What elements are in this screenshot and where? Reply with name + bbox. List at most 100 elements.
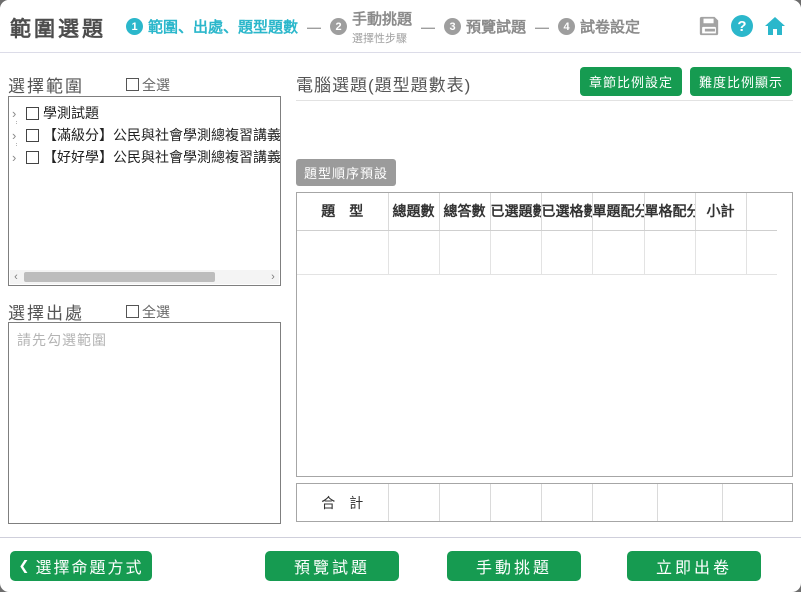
cell-extra <box>746 230 777 274</box>
difficulty-ratio-button[interactable]: 難度比例顯示 <box>690 67 792 96</box>
col-points-per-question: 單題配分 <box>592 193 644 230</box>
cell-points-per-blank <box>644 230 695 274</box>
range-tree-box: › 學測試題 › 【滿級分】公民與社會學測總複習講義 實 › 【好好學】公民與社… <box>8 96 281 286</box>
main-divider <box>296 100 793 101</box>
tree-item-gsat[interactable]: › 學測試題 <box>12 102 280 124</box>
step-4-badge: 4 <box>558 18 575 35</box>
source-select-all[interactable]: 全選 <box>126 302 170 322</box>
scroll-left-icon[interactable]: ‹ <box>10 270 22 284</box>
table-header-row: 題 型 總題數 總答數 已選題數 已選格數 單題配分 單格配分 小計 <box>297 193 777 230</box>
tree-item-label: 【滿級分】公民與社會學測總複習講義 實 <box>43 125 280 145</box>
source-panel-header: 選擇出處 全選 <box>8 299 170 324</box>
cell-total-answers <box>439 230 490 274</box>
step-2-manual-pick[interactable]: 2 手動挑題 選擇性步驟 <box>330 8 412 46</box>
manual-pick-button[interactable]: 手動挑題 <box>447 551 581 581</box>
preview-questions-button[interactable]: 預覽試題 <box>265 551 399 581</box>
total-cell <box>722 484 792 521</box>
tree-item-checkbox[interactable] <box>26 107 39 120</box>
total-row: 合 計 <box>297 484 792 521</box>
range-tree: › 學測試題 › 【滿級分】公民與社會學測總複習講義 實 › 【好好學】公民與社… <box>9 97 280 168</box>
range-panel-header: 選擇範圍 全選 <box>8 72 170 97</box>
col-selected-questions: 已選題數 <box>490 193 541 230</box>
col-points-per-blank: 單格配分 <box>644 193 695 230</box>
step-separator: — <box>419 19 437 35</box>
back-button-label: 選擇命題方式 <box>35 554 143 578</box>
source-list-box[interactable]: 請先勾選範圍 <box>8 322 281 524</box>
range-select-all-checkbox[interactable] <box>126 78 139 91</box>
total-cell <box>490 484 541 521</box>
source-placeholder-text: 請先勾選範圍 <box>9 323 280 357</box>
step-4-label: 試卷設定 <box>580 16 640 37</box>
expand-chevron-icon[interactable]: › <box>12 128 22 143</box>
col-question-type: 題 型 <box>297 193 388 230</box>
source-panel-title: 選擇出處 <box>8 299 84 324</box>
step-3-preview[interactable]: 3 預覽試題 <box>444 16 526 37</box>
step-3-badge: 3 <box>444 18 461 35</box>
question-type-table-container: 題 型 總題數 總答數 已選題數 已選格數 單題配分 單格配分 小計 <box>296 192 793 477</box>
total-cell <box>541 484 592 521</box>
question-order-preset-badge[interactable]: 題型順序預設 <box>296 159 396 186</box>
col-total-questions: 總題數 <box>388 193 439 230</box>
computer-selection-title: 電腦選題(題型題數表) <box>296 71 471 96</box>
total-table: 合 計 <box>297 484 792 521</box>
tree-item-checkbox[interactable] <box>26 129 39 142</box>
question-type-table: 題 型 總題數 總答數 已選題數 已選格數 單題配分 單格配分 小計 <box>297 193 777 275</box>
total-row-container: 合 計 <box>296 483 793 522</box>
cell-selected-questions <box>490 230 541 274</box>
scroll-right-icon[interactable]: › <box>267 270 279 284</box>
expand-chevron-icon[interactable]: › <box>12 150 22 165</box>
scrollbar-track[interactable] <box>22 271 267 283</box>
cell-question-type <box>297 230 388 274</box>
total-cell <box>439 484 490 521</box>
source-select-all-checkbox[interactable] <box>126 305 139 318</box>
cell-points-per-question <box>592 230 644 274</box>
cell-selected-blanks <box>541 230 592 274</box>
total-cell <box>592 484 657 521</box>
cell-subtotal <box>695 230 746 274</box>
tree-item-label: 【好好學】公民與社會學測總複習講義 實 <box>43 147 280 167</box>
cell-total-questions <box>388 230 439 274</box>
app-window: 範圍選題 1 範圍、出處、題型題數 — 2 手動挑題 選擇性步驟 — 3 預覽試… <box>0 0 801 592</box>
step-indicator: 1 範圍、出處、題型題數 — 2 手動挑題 選擇性步驟 — 3 預覽試題 — 4… <box>126 0 640 53</box>
tree-item-checkbox[interactable] <box>26 151 39 164</box>
col-subtotal: 小計 <box>695 193 746 230</box>
save-icon[interactable] <box>697 14 721 38</box>
generate-paper-button[interactable]: 立即出卷 <box>627 551 761 581</box>
step-2-sublabel: 選擇性步驟 <box>352 30 412 46</box>
header-icons: ? <box>697 14 787 38</box>
range-select-all[interactable]: 全選 <box>126 75 170 95</box>
step-2-label-text: 手動挑題 <box>352 11 412 28</box>
step-separator: — <box>533 19 551 35</box>
step-4-paper-settings[interactable]: 4 試卷設定 <box>558 16 640 37</box>
table-row <box>297 230 777 274</box>
header-bar: 範圍選題 1 範圍、出處、題型題數 — 2 手動挑題 選擇性步驟 — 3 預覽試… <box>0 0 801 53</box>
home-icon[interactable] <box>763 14 787 38</box>
bottom-divider <box>0 537 801 538</box>
scrollbar-thumb[interactable] <box>24 272 215 282</box>
chapter-ratio-button[interactable]: 章節比例設定 <box>580 67 682 96</box>
col-total-answers: 總答數 <box>439 193 490 230</box>
range-panel-title: 選擇範圍 <box>8 72 84 97</box>
horizontal-scrollbar[interactable]: ‹ › <box>10 270 279 284</box>
col-extra <box>746 193 777 230</box>
expand-chevron-icon[interactable]: › <box>12 106 22 121</box>
step-1-range[interactable]: 1 範圍、出處、題型題數 <box>126 16 298 37</box>
range-select-all-label: 全選 <box>142 75 170 95</box>
tree-item-full-marks[interactable]: › 【滿級分】公民與社會學測總複習講義 實 <box>12 124 280 146</box>
tree-item-study-well[interactable]: › 【好好學】公民與社會學測總複習講義 實 <box>12 146 280 168</box>
tree-item-label: 學測試題 <box>43 103 99 123</box>
col-selected-blanks: 已選格數 <box>541 193 592 230</box>
step-3-label: 預覽試題 <box>466 16 526 37</box>
page-title: 範圍選題 <box>10 13 106 43</box>
help-icon[interactable]: ? <box>730 14 754 38</box>
step-separator: — <box>305 19 323 35</box>
chevron-left-icon: ❮ <box>19 558 30 574</box>
total-cell <box>657 484 722 521</box>
ratio-buttons: 章節比例設定 難度比例顯示 <box>580 67 792 96</box>
source-select-all-label: 全選 <box>142 302 170 322</box>
help-glyph: ? <box>731 15 753 37</box>
step-1-label: 範圍、出處、題型題數 <box>148 16 298 37</box>
step-2-label: 手動挑題 選擇性步驟 <box>352 8 412 46</box>
total-label-cell: 合 計 <box>297 484 388 521</box>
back-to-method-button[interactable]: ❮ 選擇命題方式 <box>10 551 152 581</box>
